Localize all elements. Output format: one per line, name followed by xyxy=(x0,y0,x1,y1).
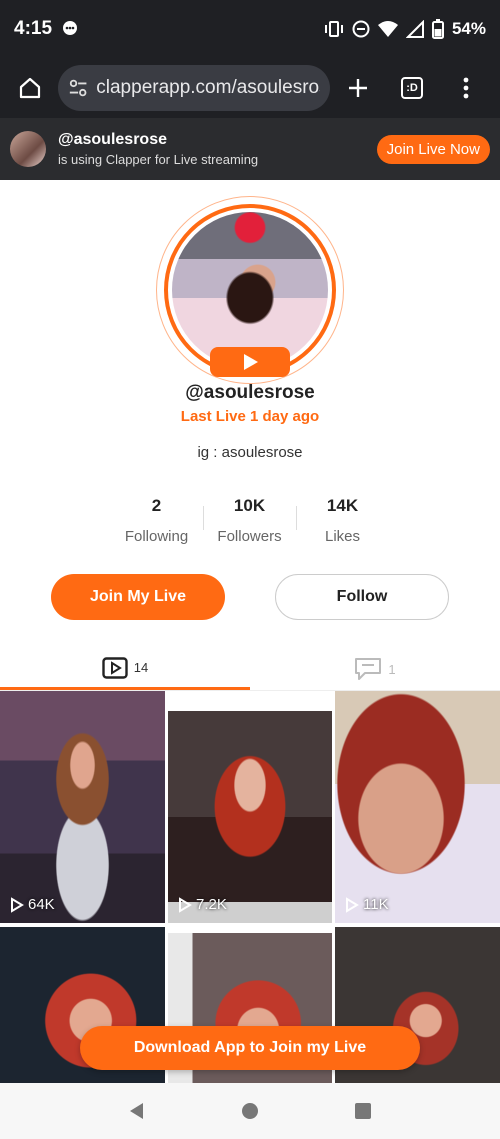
video-thumb[interactable]: 64K xyxy=(0,691,165,923)
stat-value: 2 xyxy=(151,496,162,515)
view-count-text: 64K xyxy=(28,896,55,913)
home-circle-icon[interactable] xyxy=(241,1102,259,1120)
tab-count-icon: :D xyxy=(401,77,423,99)
more-vert-icon xyxy=(463,77,469,99)
status-bar: 4:15 54% xyxy=(0,0,500,58)
stat-followers[interactable]: 10K Followers xyxy=(203,496,296,548)
videos-count: 14 xyxy=(133,660,149,675)
profile-bio: ig : asoulesrose xyxy=(197,444,303,461)
video-grid: 64K 7.2K 11K xyxy=(0,691,500,1083)
url-text: clapperapp.com/asoulesrose xyxy=(96,77,320,98)
play-outline-icon xyxy=(11,896,24,913)
plus-icon xyxy=(349,79,367,97)
vibrate-icon xyxy=(324,21,343,37)
home-icon xyxy=(19,77,41,99)
chat-notification-icon xyxy=(63,21,78,35)
watch-live-button[interactable] xyxy=(210,347,290,377)
new-tab-button[interactable] xyxy=(340,70,376,106)
view-count: 7.2K xyxy=(178,896,227,913)
signal-icon xyxy=(405,20,424,38)
battery-icon xyxy=(431,19,444,39)
recents-icon[interactable] xyxy=(354,1102,372,1120)
live-banner: @asoulesrose is using Clapper for Live s… xyxy=(0,118,500,180)
join-my-live-button[interactable]: Join My Live xyxy=(51,574,225,620)
tab-switcher-button[interactable]: :D xyxy=(394,70,430,106)
join-live-now-button[interactable]: Join Live Now xyxy=(376,134,490,164)
do-not-disturb-icon xyxy=(352,20,370,38)
video-thumb[interactable]: 7.2K xyxy=(168,711,332,923)
stat-value: 10K xyxy=(233,496,266,515)
tab-comments[interactable]: 1 xyxy=(250,648,500,690)
stat-value: 14K xyxy=(326,496,359,515)
avatar-image xyxy=(172,212,328,368)
profile-avatar[interactable] xyxy=(156,196,344,384)
browser-toolbar: clapperapp.com/asoulesrose :D xyxy=(0,58,500,118)
site-settings-icon[interactable] xyxy=(68,77,88,99)
play-outline-icon xyxy=(179,896,192,913)
comments-count: 1 xyxy=(388,661,396,677)
wifi-icon xyxy=(377,21,398,37)
view-count-text: 7.2K xyxy=(196,896,227,913)
browser-menu-button[interactable] xyxy=(448,70,484,106)
play-icon xyxy=(244,354,258,370)
last-live-text: Last Live 1 day ago xyxy=(180,408,320,425)
battery-percent: 54% xyxy=(451,19,486,38)
view-count: 64K xyxy=(10,896,55,913)
status-time: 4:15 xyxy=(14,18,53,39)
download-app-button[interactable]: Download App to Join my Live xyxy=(80,1026,420,1070)
stat-label: Following xyxy=(124,528,189,545)
profile-stats: 2 Following 10K Followers 14K Likes xyxy=(110,496,390,548)
address-bar[interactable]: clapperapp.com/asoulesrose xyxy=(58,65,330,111)
view-count: 11K xyxy=(345,896,389,913)
banner-handle: @asoulesrose xyxy=(58,131,167,148)
stat-following[interactable]: 2 Following xyxy=(110,496,203,548)
banner-subtitle: is using Clapper for Live streaming xyxy=(58,152,259,167)
stat-label: Likes xyxy=(324,528,361,545)
follow-button[interactable]: Follow xyxy=(275,574,449,620)
stat-label: Followers xyxy=(217,528,282,545)
system-nav-bar xyxy=(0,1083,500,1139)
play-outline-icon xyxy=(346,896,359,913)
profile-handle: @asoulesrose xyxy=(185,382,315,403)
tab-videos[interactable]: 14 xyxy=(0,648,250,690)
banner-avatar xyxy=(10,131,46,167)
stat-likes: 14K Likes xyxy=(296,496,389,548)
home-button[interactable] xyxy=(12,70,48,106)
video-thumb[interactable]: 11K xyxy=(335,691,500,923)
comment-icon xyxy=(355,658,382,680)
view-count-text: 11K xyxy=(363,896,389,913)
video-icon xyxy=(102,656,128,679)
back-icon[interactable] xyxy=(128,1102,146,1120)
content-tabs: 14 1 xyxy=(0,648,500,691)
